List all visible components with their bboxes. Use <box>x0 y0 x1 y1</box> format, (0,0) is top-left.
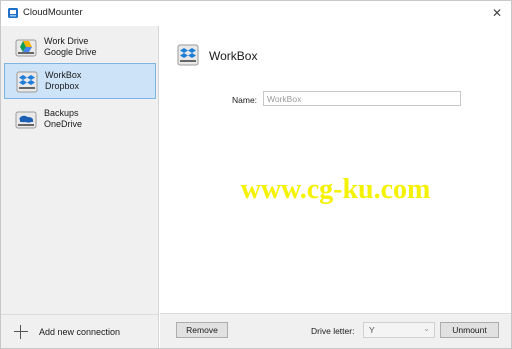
drive-letter-label: Drive letter: <box>311 326 355 336</box>
onedrive-icon <box>15 111 37 129</box>
plus-icon <box>13 324 29 340</box>
drive-letter-select[interactable]: Y ⌄ <box>363 322 435 338</box>
connection-item-workbox[interactable]: WorkBox Dropbox <box>4 63 156 99</box>
window-title: CloudMounter <box>23 7 83 18</box>
watermark-text: www.cg-ku.com <box>240 174 431 205</box>
bottom-action-bar: Remove Drive letter: Y ⌄ Unmount <box>160 313 511 348</box>
connection-service: OneDrive <box>44 119 83 129</box>
drive-letter-value: Y <box>369 325 375 335</box>
connection-name: WorkBox <box>45 70 82 80</box>
unmount-button[interactable]: Unmount <box>440 322 499 338</box>
app-window: CloudMounter ✕ Work Drive Google Drive W… <box>0 0 512 349</box>
cloudmounter-app-icon <box>8 8 18 18</box>
connection-service: Google Drive <box>44 47 97 57</box>
add-new-connection-button[interactable]: Add new connection <box>13 324 153 342</box>
sidebar-divider <box>1 314 158 315</box>
title-bar: CloudMounter ✕ <box>1 1 511 25</box>
connection-item-work-drive[interactable]: Work Drive Google Drive <box>4 30 156 66</box>
close-button[interactable]: ✕ <box>487 3 507 23</box>
sidebar: Work Drive Google Drive WorkBox Dropbox <box>1 26 159 348</box>
name-input[interactable] <box>263 91 461 106</box>
close-icon: ✕ <box>491 6 503 20</box>
connection-name: Work Drive <box>44 36 89 46</box>
connection-name: Backups <box>44 108 79 118</box>
connection-title: WorkBox <box>209 49 258 63</box>
dropbox-icon <box>16 71 38 93</box>
add-new-connection-label: Add new connection <box>39 327 121 337</box>
chevron-down-icon: ⌄ <box>423 324 430 333</box>
connection-item-backups[interactable]: Backups OneDrive <box>4 102 156 138</box>
dropbox-icon <box>177 44 199 66</box>
name-label: Name: <box>232 95 258 105</box>
google-drive-icon <box>15 39 37 57</box>
connection-detail-panel: WorkBox Name: www.cg-ku.com <box>160 26 511 348</box>
connection-service: Dropbox <box>45 81 80 91</box>
remove-button[interactable]: Remove <box>176 322 228 338</box>
